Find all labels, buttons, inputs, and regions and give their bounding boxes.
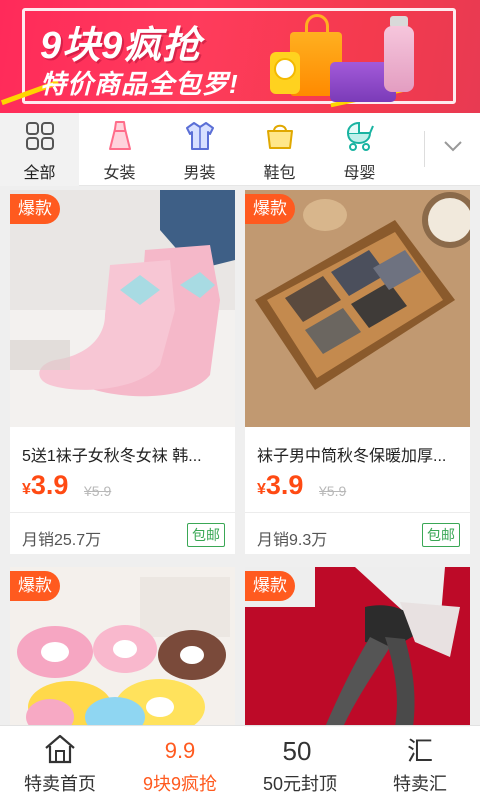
bottom-tab-bar: 特卖首页 9.9 9块9疯抢 50 50元封顶 汇 特卖汇 bbox=[0, 725, 480, 800]
hot-badge: 爆款 bbox=[10, 571, 60, 601]
tab-label: 50元封顶 bbox=[262, 774, 338, 794]
currency-symbol: ¥ bbox=[22, 481, 31, 498]
svg-text:汇: 汇 bbox=[407, 737, 433, 766]
tab-nine-nine[interactable]: 9.9 9块9疯抢 bbox=[120, 726, 240, 800]
tab-home[interactable]: 特卖首页 bbox=[0, 726, 120, 800]
category-label: 鞋包 bbox=[263, 165, 296, 182]
category-men[interactable]: 男装 bbox=[160, 113, 239, 186]
free-shipping-tag: 包邮 bbox=[187, 523, 225, 547]
hui-icon: 汇 bbox=[407, 737, 433, 766]
clock-face bbox=[274, 58, 296, 80]
tab-label: 9块9疯抢 bbox=[142, 774, 218, 794]
hot-badge: 爆款 bbox=[10, 194, 60, 224]
price-value: 3.9 bbox=[265, 470, 304, 500]
tab-label: 特卖汇 bbox=[393, 774, 447, 794]
fifty-icon: 50 bbox=[283, 736, 311, 766]
product-price: ¥3.9 bbox=[22, 470, 68, 501]
socks-pink-photo bbox=[10, 190, 235, 427]
category-expand-button[interactable] bbox=[424, 113, 480, 186]
handbag-icon bbox=[267, 124, 293, 149]
product-image[interactable]: 爆款 bbox=[10, 567, 235, 727]
product-name: 袜子男中筒秋冬保暖加厚... bbox=[257, 448, 447, 465]
hot-badge: 爆款 bbox=[245, 571, 295, 601]
monthly-sales: 月销25.7万 bbox=[22, 532, 102, 549]
divider bbox=[10, 512, 235, 513]
hot-badge: 爆款 bbox=[245, 194, 295, 224]
product-name: 5送1袜子女秋冬女袜 韩... bbox=[22, 448, 202, 465]
promo-banner[interactable]: 9块9疯抢 特价商品全包罗! bbox=[0, 0, 480, 113]
tab-label: 特卖首页 bbox=[24, 774, 96, 794]
product-card[interactable]: 爆款 袜子男中筒秋冬保暖加厚... ¥3.9 ¥5.9 月销9.3万 包邮 bbox=[245, 190, 470, 554]
banner-subtitle: 特价商品全包罗! bbox=[40, 69, 239, 99]
product-price: ¥3.9 bbox=[257, 470, 303, 501]
divider bbox=[424, 131, 425, 167]
category-bar: 全部 女装 男装 鞋包 母婴 bbox=[0, 113, 480, 186]
category-shoes-bags[interactable]: 鞋包 bbox=[240, 113, 319, 186]
grid-icon bbox=[26, 122, 54, 150]
socks-box-photo bbox=[245, 190, 470, 427]
nine-nine-icon: 9.9 bbox=[165, 738, 196, 763]
bottle-image bbox=[384, 26, 414, 92]
currency-symbol: ¥ bbox=[257, 481, 266, 498]
product-card[interactable]: 爆款 bbox=[10, 567, 235, 727]
home-icon bbox=[45, 734, 75, 764]
category-label: 女装 bbox=[103, 165, 136, 182]
product-image[interactable]: 爆款 bbox=[245, 567, 470, 727]
divider bbox=[245, 512, 470, 513]
category-label: 男装 bbox=[183, 165, 216, 182]
tab-fifty-cap[interactable]: 50 50元封顶 bbox=[240, 726, 360, 800]
category-women[interactable]: 女装 bbox=[80, 113, 159, 186]
free-shipping-tag: 包邮 bbox=[422, 523, 460, 547]
price-value: 3.9 bbox=[30, 470, 69, 500]
product-card[interactable]: 爆款 5送1袜子女秋冬女袜 韩... ¥3.9 ¥5.9 月销25.7万 包邮 bbox=[10, 190, 235, 554]
monthly-sales: 月销9.3万 bbox=[257, 532, 328, 549]
product-card[interactable]: 爆款 bbox=[245, 567, 470, 727]
dress-icon bbox=[109, 121, 131, 150]
category-label: 全部 bbox=[23, 165, 56, 182]
original-price: ¥5.9 bbox=[84, 483, 112, 499]
product-image[interactable]: 爆款 bbox=[245, 190, 470, 427]
product-image[interactable]: 爆款 bbox=[10, 190, 235, 427]
banner-title: 9块9疯抢 bbox=[40, 25, 202, 67]
category-baby[interactable]: 母婴 bbox=[320, 113, 399, 186]
svg-text:50: 50 bbox=[283, 736, 311, 766]
category-label: 母婴 bbox=[343, 165, 376, 182]
shirt-icon bbox=[186, 122, 214, 150]
category-all[interactable]: 全部 bbox=[0, 113, 79, 186]
original-price: ¥5.9 bbox=[319, 483, 347, 499]
svg-text:9.9: 9.9 bbox=[165, 738, 196, 763]
chevron-down-icon bbox=[444, 141, 462, 152]
stroller-icon bbox=[346, 121, 374, 151]
tab-sale-hub[interactable]: 汇 特卖汇 bbox=[360, 726, 480, 800]
